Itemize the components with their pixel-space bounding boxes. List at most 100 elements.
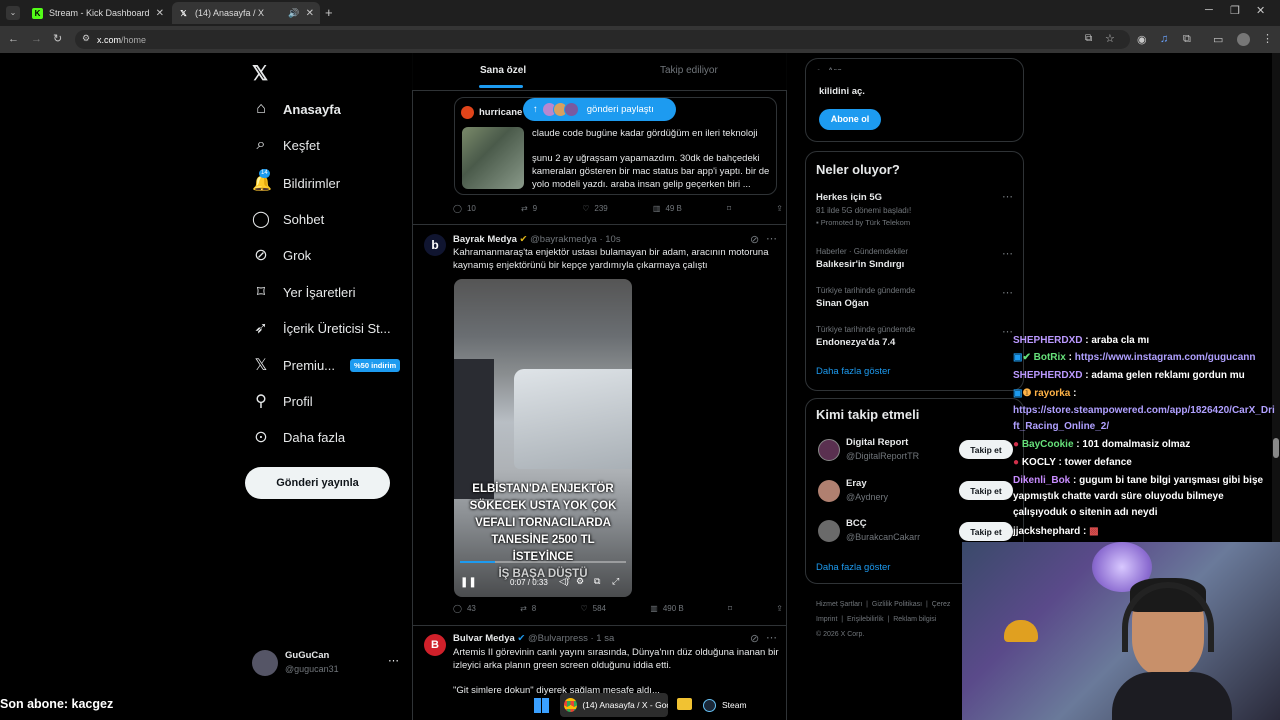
chat-message: ▣❶ rayorka : <box>1013 388 1077 399</box>
views-button[interactable]: ▥ 490 B <box>650 604 683 613</box>
trend-item[interactable]: Türkiye tarihinde gündemde Sinan Oğan ⋯ <box>816 286 1016 309</box>
back-icon[interactable]: ← <box>8 33 19 45</box>
new-tab-icon[interactable]: + <box>325 5 333 20</box>
speaker-icon[interactable]: 🔊 <box>288 8 299 19</box>
taskbar-item-steam[interactable]: Steam <box>700 693 760 717</box>
sidebar-item-more[interactable]: ⊙ Daha fazla <box>252 427 345 447</box>
close-icon[interactable]: ✕ <box>306 8 314 19</box>
tab-title: Stream - Kick Dashboard <box>49 8 150 18</box>
tab-kick-dashboard[interactable]: K Stream - Kick Dashboard ✕ <box>26 2 170 24</box>
video-player[interactable]: ELBİSTAN'DA ENJEKTÖR SÖKECEK USTA YOK ÇO… <box>454 279 632 597</box>
footer-link[interactable]: Gizlilik Politikası <box>872 601 922 608</box>
bookmark-star-icon[interactable]: ☆ <box>1105 32 1115 45</box>
reply-button[interactable]: ◯ 43 <box>453 604 476 613</box>
volume-icon[interactable]: ◁) <box>559 576 569 587</box>
new-posts-pill[interactable]: ↑ gönderi paylaştı <box>523 98 676 121</box>
views-button[interactable]: ▥ 49 B <box>653 204 682 213</box>
extension-icon[interactable]: ◉ <box>1137 33 1147 46</box>
show-more-link[interactable]: Daha fazla göster <box>816 366 890 377</box>
footer-link[interactable]: Hizmet Şartları <box>816 601 862 608</box>
sidebar-item-home[interactable]: ⌂ Anasayfa <box>252 100 341 118</box>
grok-icon[interactable]: ⊘ <box>750 233 759 246</box>
avatar[interactable]: b <box>424 234 446 256</box>
pip-icon[interactable]: ⧉ <box>594 576 600 587</box>
repost-count: 9 <box>532 204 538 213</box>
extension-icon[interactable]: ♫ <box>1160 33 1168 45</box>
tweet-actions: ◯ 43 ⇄ 8 ♡ 584 ▥ 490 B ⌑ ⇪ <box>453 604 783 613</box>
file-explorer-icon[interactable] <box>677 698 692 710</box>
repost-button[interactable]: ⇄ 8 <box>520 604 536 613</box>
post-button[interactable]: Gönderi yayınla <box>245 467 390 499</box>
sidebar-item-notifications[interactable]: 🔔 14 Bildirimler <box>252 169 340 193</box>
trend-item[interactable]: Türkiye tarihinde gündemde Endonezya'da … <box>816 325 1016 348</box>
sidebar-item-explore[interactable]: ⌕ Keşfet <box>252 136 320 154</box>
site-info-icon[interactable]: ⚙ <box>82 33 90 44</box>
more-dots-icon[interactable]: ⋯ <box>1002 325 1013 338</box>
trend-item[interactable]: Haberler · Gündemdekiler Balıkesir'in Sı… <box>816 247 1016 270</box>
more-dots-icon[interactable]: ⋯ <box>1002 247 1013 260</box>
follow-button[interactable]: Takip et <box>959 440 1013 459</box>
sidebar-item-premium[interactable]: 𝕏 Premiu... %50 indirim <box>252 355 401 375</box>
author-name[interactable]: Bulvar Medya <box>453 633 515 644</box>
like-button[interactable]: ♡ 584 <box>580 604 606 613</box>
sidebar-item-creator-studio[interactable]: ➶ İçerik Üreticisi St... <box>252 318 390 338</box>
x-logo-icon[interactable]: 𝕏 <box>252 61 268 86</box>
pause-icon[interactable]: ❚❚ <box>460 577 477 588</box>
profile-avatar[interactable] <box>1237 33 1250 46</box>
trends-card: Neler oluyor? Herkes için 5G 81 ilde 5G … <box>805 151 1024 391</box>
footer-link[interactable]: Reklam bilgisi <box>893 616 936 623</box>
follow-button[interactable]: Takip et <box>959 481 1013 500</box>
share-button[interactable]: ⇪ <box>776 204 783 213</box>
footer-link[interactable]: Çerez <box>932 601 951 608</box>
footer-link[interactable]: Erişilebilirlik <box>847 616 884 623</box>
forward-icon[interactable]: → <box>31 33 42 45</box>
windows-start-icon[interactable] <box>534 698 549 713</box>
sidebar-item-profile[interactable]: ⚲ Profil <box>252 391 312 411</box>
sidebar-item-bookmarks[interactable]: ⌑ Yer İşaretleri <box>252 282 356 302</box>
address-bar[interactable]: ⚙ x.com/home ⧉ ☆ <box>75 30 1130 49</box>
sidebar-item-chat[interactable]: ◯ Sohbet <box>252 209 324 229</box>
subscribe-button[interactable]: Abone ol <box>819 109 881 130</box>
account-switcher[interactable]: GuGuCan @gugucan31 ⋯ <box>252 648 402 678</box>
avatar[interactable]: B <box>424 634 446 656</box>
close-window-icon[interactable]: ✕ <box>1256 4 1265 17</box>
settings-icon[interactable]: ⚙ <box>576 576 584 587</box>
reload-icon[interactable]: ↻ <box>53 32 62 45</box>
split-icon[interactable]: ▭ <box>1213 33 1223 46</box>
more-dots-icon[interactable]: ⋯ <box>766 631 777 644</box>
grok-icon[interactable]: ⊘ <box>750 632 759 645</box>
close-icon[interactable]: ✕ <box>156 8 164 19</box>
fullscreen-icon[interactable]: ⤢ <box>612 576 619 587</box>
bookmark-button[interactable]: ⌑ <box>728 604 732 613</box>
trend-context: Türkiye tarihinde gündemde <box>816 286 916 295</box>
taskbar-item-chrome[interactable]: (14) Anasayfa / X - Goog <box>560 693 668 717</box>
menu-icon[interactable]: ⋮ <box>1262 32 1273 45</box>
tab-x-home[interactable]: 𝕏 (14) Anasayfa / X 🔊 ✕ <box>172 2 320 24</box>
caption-line: SÖKECEK USTA YOK ÇOK <box>469 500 617 512</box>
show-more-link[interactable]: Daha fazla göster <box>816 562 890 573</box>
more-dots-icon[interactable]: ⋯ <box>766 232 777 245</box>
maximize-icon[interactable]: ❐ <box>1230 4 1240 17</box>
reply-button[interactable]: ◯ 10 <box>453 204 476 213</box>
share-button[interactable]: ⇪ <box>776 604 783 613</box>
footer-link[interactable]: Imprint <box>816 616 837 623</box>
timeline[interactable]: hurricane claude code bugüne kadar gördü… <box>412 53 787 720</box>
author-name[interactable]: Bayrak Medya <box>453 234 517 245</box>
tab-for-you[interactable]: Sana özel <box>480 65 526 76</box>
sidebar-item-grok[interactable]: ⊘ Grok <box>252 245 311 265</box>
bookmark-button[interactable]: ⌑ <box>727 204 731 213</box>
minimize-icon[interactable]: ─ <box>1205 4 1213 16</box>
more-dots-icon[interactable]: ⋯ <box>1002 190 1013 203</box>
tab-search-icon[interactable]: ⌄ <box>6 6 20 20</box>
badge-icon: ● <box>1013 457 1020 468</box>
repost-button[interactable]: ⇄ 9 <box>521 204 537 213</box>
more-dots-icon[interactable]: ⋯ <box>1002 286 1013 299</box>
follow-button[interactable]: Takip et <box>959 522 1013 541</box>
install-icon[interactable]: ⧉ <box>1085 33 1092 44</box>
like-button[interactable]: ♡ 239 <box>582 204 608 213</box>
video-progress-track[interactable] <box>460 561 626 563</box>
puzzle-icon[interactable]: ⧉ <box>1183 33 1191 46</box>
trend-item[interactable]: Herkes için 5G 81 ilde 5G dönemi başladı… <box>816 190 1016 227</box>
tab-following[interactable]: Takip ediliyor <box>660 65 718 76</box>
suggestion-handle: @BurakcanCakarr <box>846 532 921 542</box>
